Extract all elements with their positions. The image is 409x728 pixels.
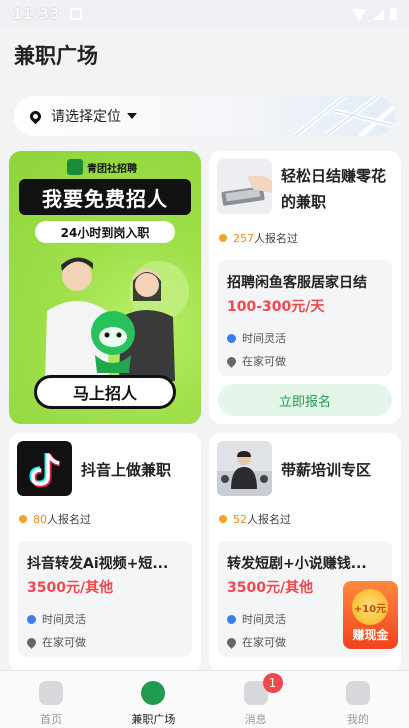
caret-down-icon [127, 113, 137, 119]
job-title: 抖音转发Ai视频+短... [27, 556, 169, 572]
hot-icon [219, 234, 227, 242]
job-thumbnail [217, 159, 272, 214]
map-decoration [293, 96, 395, 136]
job-title: 招聘闲鱼客服居家日结 [227, 275, 367, 291]
job-time: 时间灵活 [227, 330, 286, 346]
job-place: 在家可做 [25, 634, 86, 650]
promo-brand: 青团社招聘 [67, 159, 137, 175]
job-time: 时间灵活 [227, 611, 286, 627]
tab-label: 我的 [346, 713, 369, 726]
battery-icon [390, 8, 397, 20]
job-title: 转发短剧+小说赚钱... [227, 556, 367, 572]
promo-headline: 我要免费招人 [19, 179, 191, 215]
recruit-now-button[interactable]: 马上招人 [34, 375, 176, 409]
job-place: 在家可做 [225, 353, 286, 369]
signal-icon [373, 8, 384, 20]
job-salary: 3500元/其他 [227, 580, 314, 596]
tab-jobs-plaza[interactable]: 兼职广场 [102, 671, 204, 728]
job-thumbnail [217, 441, 272, 496]
clock-icon [27, 614, 36, 624]
promo-brand-label: 青团社招聘 [87, 163, 137, 175]
douyin-logo [17, 441, 72, 496]
unread-badge: 1 [262, 673, 283, 693]
earn-cash-badge[interactable]: +10元 赚现金 [343, 581, 398, 649]
job-detail[interactable]: 抖音转发Ai视频+短... 3500元/其他 时间灵活 在家可做 [18, 541, 192, 657]
job-salary: 100-300元/天 [227, 299, 325, 315]
location-icon [25, 635, 38, 649]
home-icon [39, 681, 64, 705]
tab-home[interactable]: 首页 [0, 671, 102, 728]
compass-icon [141, 681, 166, 705]
tab-label: 首页 [40, 713, 63, 726]
location-label: 请选择定位 [51, 109, 121, 125]
notification-icon [69, 8, 82, 20]
tab-profile[interactable]: 我的 [307, 671, 409, 728]
job-salary: 3500元/其他 [27, 580, 114, 596]
clock-icon [227, 333, 236, 343]
job-place: 在家可做 [225, 634, 286, 650]
apply-button[interactable]: 立即报名 [218, 384, 392, 416]
location-selector[interactable]: 请选择定位 [14, 96, 395, 136]
signup-count: 52 人报名过 [219, 511, 291, 527]
tab-label: 消息 [244, 713, 267, 726]
job-card[interactable]: 轻松日结赚零花 的兼职 257 人报名过 招聘闲鱼客服居家日结 100-300元… [209, 151, 401, 424]
hot-icon [219, 515, 227, 523]
tab-label: 兼职广场 [131, 713, 176, 726]
tab-messages[interactable]: 1 消息 [205, 671, 307, 728]
promo-subline: 24小时到岗入职 [35, 221, 175, 243]
job-card[interactable]: 抖音上做兼职 80 人报名过 抖音转发Ai视频+短... 3500元/其他 时间… [9, 433, 201, 673]
coin-icon: +10元 [352, 589, 388, 625]
brand-logo-icon [67, 159, 83, 175]
job-time: 时间灵活 [27, 611, 86, 627]
page-title: 兼职广场 [14, 44, 98, 68]
profile-icon [345, 681, 370, 705]
location-icon [225, 354, 238, 368]
card-title: 轻松日结赚零花 的兼职 [281, 167, 387, 211]
status-time: 11:33 [12, 5, 60, 23]
recruit-promo-banner[interactable]: 青团社招聘 我要免费招人 24小时到岗入职 马上招人 [9, 151, 201, 424]
bottom-tab-bar: 首页 兼职广场 1 消息 我的 [0, 670, 409, 728]
location-icon [225, 635, 238, 649]
wifi-icon [351, 8, 367, 20]
signup-count: 80 人报名过 [19, 511, 91, 527]
status-icons [351, 8, 397, 20]
earn-cash-label: 赚现金 [352, 628, 389, 642]
hot-icon [19, 515, 27, 523]
status-bar: 11:33 [0, 0, 409, 28]
card-title: 抖音上做兼职 [81, 461, 172, 479]
location-pin-icon [27, 108, 44, 124]
clock-icon [227, 614, 236, 624]
signup-count: 257 人报名过 [219, 230, 298, 246]
card-title: 带薪培训专区 [281, 461, 372, 479]
job-detail[interactable]: 招聘闲鱼客服居家日结 100-300元/天 时间灵活 在家可做 [218, 260, 392, 376]
